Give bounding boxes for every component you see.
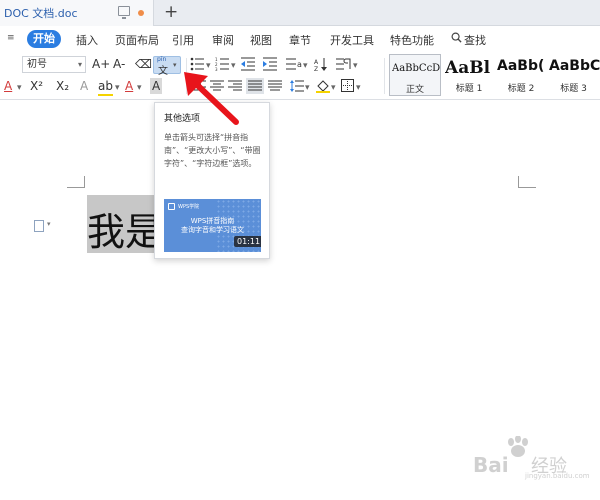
style-heading-3[interactable]: AaBbC 标题 3 — [547, 54, 600, 96]
title-bar: DOC 文档.doc + — [0, 0, 600, 26]
chevron-down-icon[interactable]: ▾ — [353, 58, 358, 74]
style-name: 标题 3 — [560, 84, 587, 94]
style-normal[interactable]: AaBbCcDd 正文 — [389, 54, 441, 96]
tab-view[interactable]: 视图 — [250, 32, 272, 48]
tutorial-video-thumbnail[interactable]: WPS学院 WPS拼音指南 查询字音和学习语文 01:11 — [164, 199, 261, 252]
menu-icon[interactable]: ≡ — [7, 33, 15, 43]
ribbon-tab-bar: ≡ 开始 插入 页面布局 引用 审阅 视图 章节 开发工具 特色功能 查找 — [0, 27, 600, 51]
chevron-down-icon[interactable]: ▾ — [305, 80, 310, 96]
video-subtitle: 查询字音和学习语文 — [181, 226, 244, 234]
document-tab[interactable]: DOC 文档.doc — [0, 0, 154, 26]
watermark-url: jingyan.baidu.com — [525, 472, 590, 480]
tab-special-features[interactable]: 特色功能 — [390, 32, 434, 48]
unsaved-dot-icon — [138, 10, 144, 16]
red-arrow-annotation — [184, 72, 239, 125]
chinese-layout-icon[interactable]: a — [286, 57, 304, 71]
line-spacing-icon[interactable] — [290, 80, 304, 92]
pinyin-guide-button[interactable]: pīn 文 ▾ — [153, 56, 181, 77]
sort-icon[interactable]: AZ — [314, 57, 328, 71]
superscript-button[interactable]: X² — [30, 78, 43, 94]
tooltip-description: 单击箭头可选择“拼音指南”、“更改大小写”、“带圈字符”、“字符边框”选项。 — [164, 133, 261, 168]
search-icon[interactable] — [451, 32, 462, 43]
decrease-indent-icon[interactable] — [241, 57, 257, 71]
formatting-toolbar: 初号 ▾ A+ A- ⌫ pīn 文 ▾ ▾ 1 2 3 ▾ a ▾ AZ ▾ … — [0, 52, 600, 100]
clear-format-button[interactable]: ⌫ — [135, 56, 152, 72]
style-sample: AaBb( — [497, 58, 545, 74]
text-effect-button[interactable]: A — [80, 78, 88, 94]
baidu-jingyan-watermark: Bai 经验 jingyan.baidu.com — [455, 436, 595, 482]
font-color-button[interactable]: A — [4, 78, 12, 94]
pinyin-char-label: 文 — [158, 66, 168, 77]
chevron-down-icon[interactable]: ▾ — [17, 80, 22, 96]
document-tab-label[interactable]: DOC 文档.doc — [4, 5, 78, 21]
highlight-icon[interactable]: ab — [98, 78, 113, 96]
chevron-down-icon[interactable]: ▾ — [78, 57, 82, 72]
shrink-font-button[interactable]: A- — [113, 56, 125, 72]
svg-text:Z: Z — [314, 66, 318, 71]
style-name: 标题 2 — [507, 84, 535, 94]
increase-indent-icon[interactable] — [263, 57, 279, 71]
tab-insert[interactable]: 插入 — [76, 32, 98, 48]
paw-logo-icon — [508, 436, 528, 457]
style-sample: AaBbCcDd — [392, 63, 440, 74]
borders-icon[interactable] — [341, 79, 354, 92]
font-color-red-button[interactable]: A — [125, 78, 133, 94]
svg-text:A: A — [314, 59, 319, 66]
monitor-icon[interactable] — [118, 6, 130, 19]
chevron-down-icon[interactable]: ▾ — [303, 58, 308, 74]
font-size-value: 初号 — [27, 59, 47, 70]
style-sample: AaBbC — [549, 58, 600, 74]
distribute-icon[interactable] — [268, 80, 282, 92]
shading-fill-icon[interactable] — [316, 79, 330, 93]
chevron-down-icon[interactable]: ▾ — [356, 80, 361, 96]
video-duration: 01:11 — [234, 236, 261, 247]
tab-home[interactable]: 开始 — [27, 30, 61, 48]
margin-corner-mark — [67, 176, 85, 188]
justify-icon[interactable] — [246, 78, 264, 94]
video-logo-text: WPS学院 — [178, 204, 200, 210]
margin-corner-mark — [518, 176, 536, 188]
svg-text:a: a — [297, 60, 302, 69]
style-heading-1[interactable]: AaBl 标题 1 — [443, 54, 495, 96]
search-label[interactable]: 查找 — [464, 32, 486, 48]
chevron-down-icon[interactable]: ▾ — [173, 61, 177, 69]
tab-chapter[interactable]: 章节 — [289, 32, 311, 48]
document-text[interactable]: 我是 — [87, 201, 163, 256]
new-tab-button[interactable]: + — [164, 2, 178, 22]
font-size-select[interactable]: 初号 ▾ — [22, 56, 86, 73]
grow-font-button[interactable]: A+ — [92, 56, 110, 72]
tab-page-layout[interactable]: 页面布局 — [115, 32, 159, 48]
style-sample: AaBl — [445, 58, 491, 78]
subscript-button[interactable]: X₂ — [56, 78, 69, 94]
char-shading-button[interactable]: A — [150, 78, 163, 94]
tab-review[interactable]: 审阅 — [212, 32, 234, 48]
chevron-down-icon[interactable]: ▾ — [47, 220, 51, 228]
chevron-down-icon[interactable]: ▾ — [115, 80, 120, 96]
style-name: 正文 — [405, 85, 424, 95]
paragraph-handle-icon[interactable] — [34, 220, 44, 232]
wps-logo-icon — [168, 203, 175, 210]
watermark-brand: Bai — [473, 453, 509, 477]
show-marks-icon[interactable] — [336, 57, 352, 71]
style-heading-2[interactable]: AaBb( 标题 2 — [495, 54, 547, 96]
chevron-down-icon[interactable]: ▾ — [137, 80, 142, 96]
tab-developer[interactable]: 开发工具 — [330, 32, 374, 48]
toolbar-divider — [384, 58, 385, 94]
style-name: 标题 1 — [455, 84, 483, 94]
styles-gallery: AaBbCcDd 正文 AaBl 标题 1 AaBb( 标题 2 AaBbC 标… — [389, 54, 600, 96]
chevron-down-icon[interactable]: ▾ — [331, 80, 336, 96]
tab-references[interactable]: 引用 — [172, 32, 194, 48]
